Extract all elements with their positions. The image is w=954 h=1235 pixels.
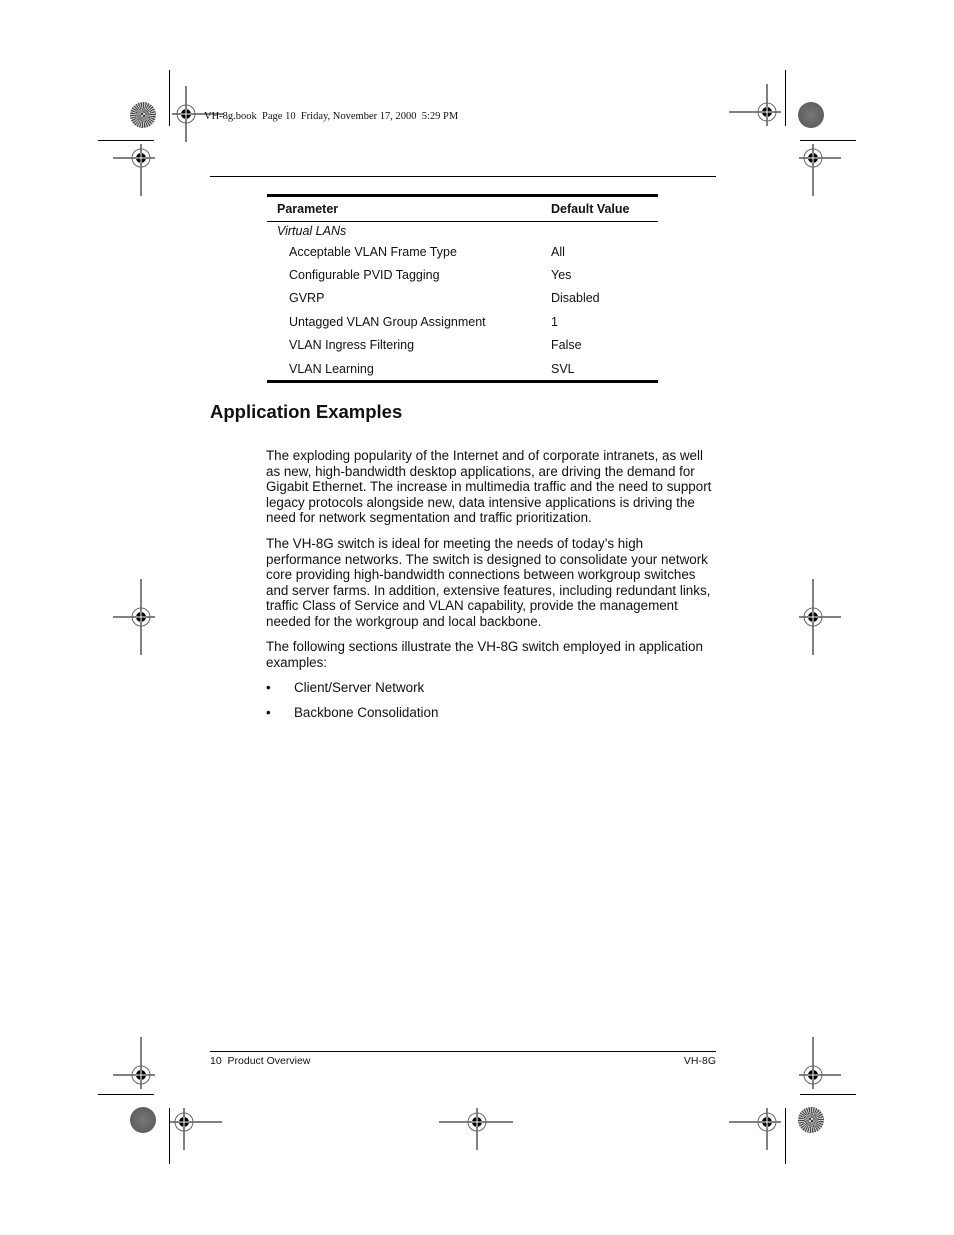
list-item-label: Client/Server Network: [294, 680, 425, 695]
list-item: • Backbone Consolidation: [266, 705, 438, 730]
starburst-color-mark-icon: [798, 1107, 824, 1133]
header-rule: [210, 176, 716, 177]
table-row: VLAN Learning SVL: [267, 357, 658, 382]
parameter-cell: VLAN Ingress Filtering: [289, 338, 415, 353]
bullet-icon: •: [266, 705, 271, 720]
column-header-parameter: Parameter: [277, 202, 339, 216]
table-row: Configurable PVID Tagging Yes: [267, 263, 658, 286]
parameter-cell: GVRP: [289, 291, 325, 306]
default-settings-table: Parameter Default Value Virtual LANs Acc…: [267, 194, 658, 383]
column-header-default-value: Default Value: [551, 202, 630, 216]
value-cell: All: [551, 244, 565, 259]
value-cell: Disabled: [551, 291, 600, 306]
footer-product-label: VH-8G: [683, 1055, 716, 1067]
footer-rule: [210, 1051, 716, 1052]
value-cell: False: [551, 338, 582, 353]
table-row: VLAN Ingress Filtering False: [267, 334, 658, 357]
parameter-cell: Acceptable VLAN Frame Type: [289, 244, 457, 259]
value-cell: Yes: [551, 268, 572, 283]
paragraph: The following sections illustrate the VH…: [266, 639, 703, 670]
parameter-cell: VLAN Learning: [289, 361, 374, 376]
group-label: Virtual LANs: [277, 224, 347, 238]
footer-page-label: 10 Product Overview: [210, 1055, 311, 1067]
solid-color-mark-icon: [130, 1107, 156, 1133]
parameter-cell: Configurable PVID Tagging: [289, 268, 440, 283]
bullet-icon: •: [266, 680, 271, 695]
value-cell: 1: [551, 314, 558, 329]
section-heading: Application Examples: [210, 401, 403, 422]
table-group-row: Virtual LANs: [267, 222, 658, 241]
paragraph: The exploding popularity of the Internet…: [266, 448, 712, 526]
table-row: Acceptable VLAN Frame Type All: [267, 240, 658, 263]
solid-color-mark-icon: [798, 102, 824, 128]
table-header-row: Parameter Default Value: [267, 195, 658, 222]
table-row: GVRP Disabled: [267, 287, 658, 310]
parameter-cell: Untagged VLAN Group Assignment: [289, 314, 486, 329]
print-header: VH-8g.book Page 10 Friday, November 17, …: [204, 111, 459, 122]
table-row: Untagged VLAN Group Assignment 1: [267, 310, 658, 333]
list-item-label: Backbone Consolidation: [294, 705, 439, 720]
application-example-list: • Client/Server Network • Backbone Conso…: [266, 680, 438, 730]
list-item: • Client/Server Network: [266, 680, 438, 705]
paragraph: The VH-8G switch is ideal for meeting th…: [266, 536, 711, 629]
starburst-color-mark-icon: [130, 102, 156, 128]
value-cell: SVL: [551, 361, 575, 376]
